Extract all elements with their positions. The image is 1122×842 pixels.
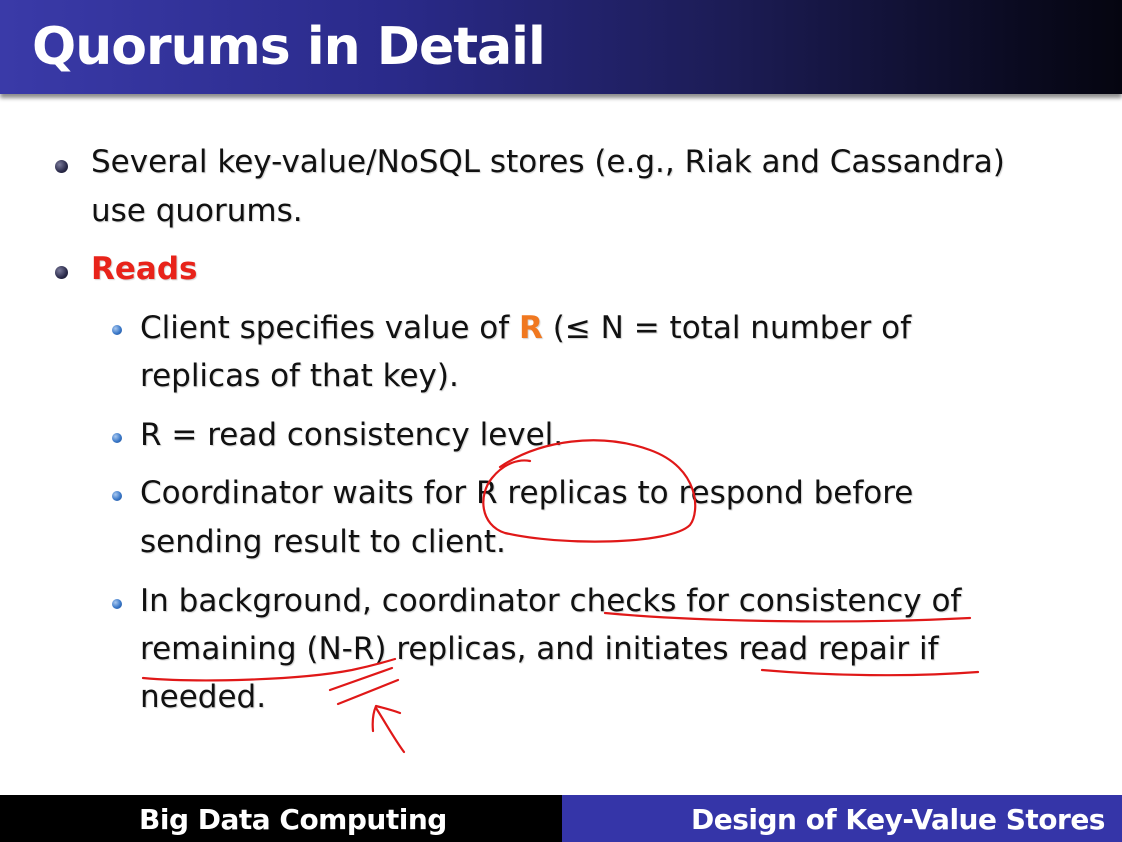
sub-bullet-dot bbox=[112, 433, 122, 443]
slide-body: Several key-value/NoSQL stores (e.g., Ri… bbox=[0, 0, 1122, 790]
sub-bullet-read-consistency: R = read consistency level. bbox=[140, 411, 563, 459]
bullet-dot bbox=[55, 266, 68, 279]
bullet-dot bbox=[55, 160, 68, 173]
bullet-nosql-stores-cont: use quorums. bbox=[91, 187, 303, 235]
bullet-text: remaining (N-R) replicas, and initiates … bbox=[140, 631, 939, 667]
r-emphasis: R bbox=[519, 310, 543, 346]
sub-bullet-dot bbox=[112, 599, 122, 609]
sub-bullet-background-repair-cont2: needed. bbox=[140, 673, 266, 721]
bullet-text: In background, coordinator checks for co… bbox=[140, 583, 962, 619]
bullet-text: Several key-value/NoSQL stores (e.g., Ri… bbox=[91, 144, 1005, 180]
bullet-text: Coordinator waits for R replicas to resp… bbox=[140, 475, 914, 511]
bullet-reads: Reads bbox=[91, 245, 197, 293]
sub-bullet-background-repair-cont: remaining (N-R) replicas, and initiates … bbox=[140, 625, 939, 673]
sub-bullet-client-specifies: Client specifies value of R (≤ N = total… bbox=[140, 304, 911, 352]
bullet-text: use quorums. bbox=[91, 193, 303, 229]
sub-bullet-dot bbox=[112, 491, 122, 501]
sub-bullet-client-specifies-cont: replicas of that key). bbox=[140, 352, 459, 400]
footer-lecture-topic: Design of Key-Value Stores bbox=[691, 803, 1105, 836]
footer-course-name: Big Data Computing bbox=[139, 803, 447, 836]
bullet-text: sending result to client. bbox=[140, 524, 506, 560]
bullet-text: (≤ N = total number of bbox=[542, 310, 912, 346]
bullet-text: R = read consistency level. bbox=[140, 417, 564, 453]
footer-right-panel: Design of Key-Value Stores bbox=[562, 795, 1122, 842]
bullet-nosql-stores: Several key-value/NoSQL stores (e.g., Ri… bbox=[91, 138, 1005, 186]
sub-bullet-coordinator-waits: Coordinator waits for R replicas to resp… bbox=[140, 469, 913, 517]
sub-bullet-dot bbox=[112, 325, 122, 335]
bullet-text: Client specifies value of bbox=[140, 310, 520, 346]
reads-heading: Reads bbox=[91, 251, 198, 287]
sub-bullet-coordinator-waits-cont: sending result to client. bbox=[140, 518, 506, 566]
bullet-text: replicas of that key). bbox=[140, 358, 459, 394]
sub-bullet-background-repair: In background, coordinator checks for co… bbox=[140, 577, 961, 625]
footer-left-panel: Big Data Computing bbox=[0, 795, 562, 842]
bullet-text: needed. bbox=[140, 679, 267, 715]
